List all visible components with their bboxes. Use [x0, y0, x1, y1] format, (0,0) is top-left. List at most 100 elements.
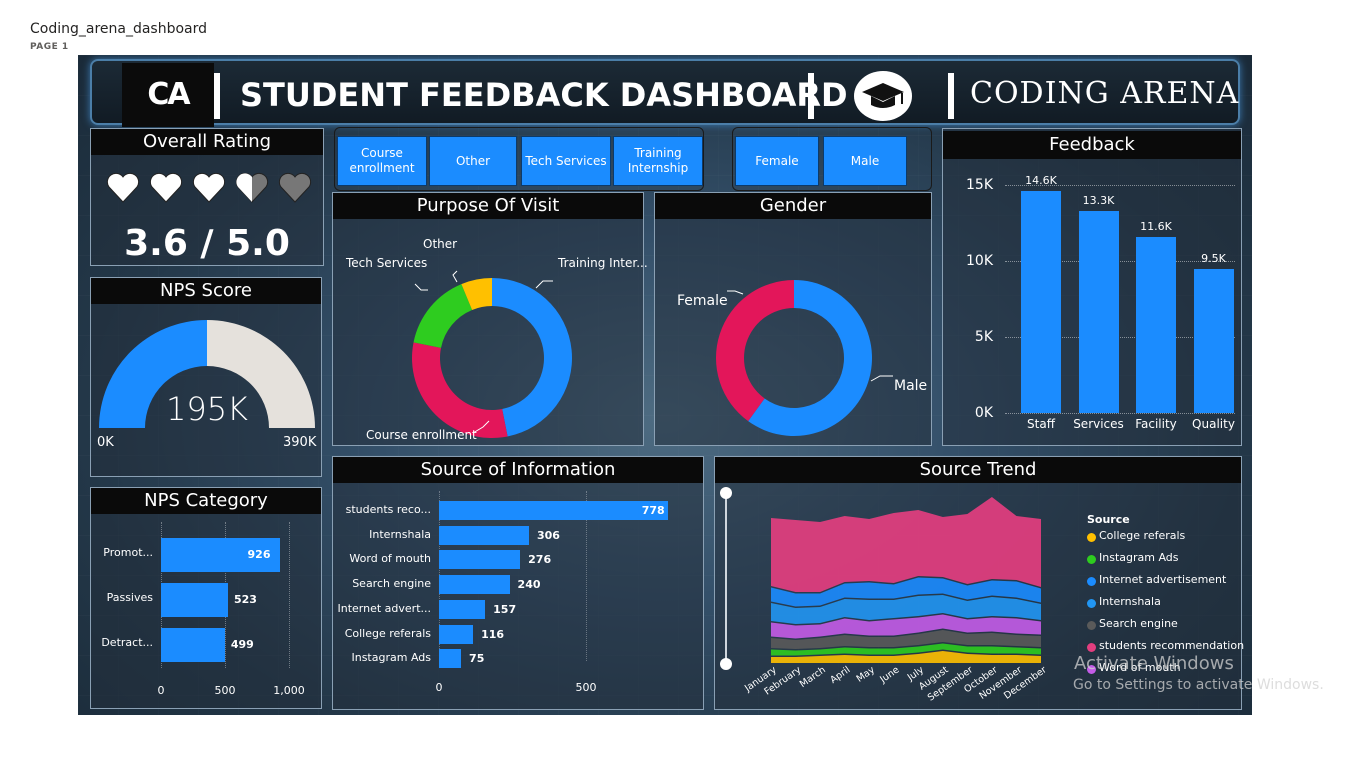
nps-score-value: 195K: [165, 390, 249, 428]
feedback-card: Feedback 15K 10K 5K 0K 14.6K Staff 13.3K Servic…: [942, 128, 1242, 446]
bar-value-label: 778: [641, 504, 665, 517]
gridline: [1005, 413, 1235, 414]
purpose-slice[interactable]: [412, 342, 508, 438]
legend-dot: [1087, 577, 1096, 586]
y-category-label: students reco...: [345, 503, 431, 516]
header-banner: CA STUDENT FEEDBACK DASHBOARD CODING ARE…: [90, 59, 1240, 127]
source-bar: [439, 501, 668, 520]
gender-donut-chart: [716, 280, 893, 436]
purpose-donut-chart: [412, 270, 573, 438]
bar-value-label: 75: [469, 652, 485, 666]
activate-windows-hint: Go to Settings to activate Windows.: [1073, 677, 1324, 693]
coding-arena-logo: CA: [122, 63, 214, 127]
trend-ribbon[interactable]: [771, 497, 1041, 592]
legend-item[interactable]: College referals: [1087, 529, 1242, 551]
legend-label: Search engine: [1099, 617, 1178, 630]
feedback-bar: [1136, 236, 1176, 413]
nps-gauge: [99, 320, 315, 428]
x-tick-label: 1,000: [273, 684, 305, 697]
source-bar: [439, 649, 462, 669]
slicer-option-tech-services[interactable]: Tech Services: [521, 136, 611, 186]
bar-value-label: 9.5K: [1201, 251, 1226, 265]
x-month-label: June: [877, 664, 901, 686]
y-category-label: Promot...: [103, 546, 153, 559]
y-category-label: Passives: [106, 591, 153, 604]
donut-label-other: Other: [423, 237, 458, 251]
y-tick-label: 0K: [974, 405, 993, 421]
bar-value-label: 926: [247, 548, 271, 561]
heart-icon: [149, 172, 183, 203]
legend-item[interactable]: Search engine: [1087, 617, 1242, 639]
source-bar: [439, 550, 521, 570]
source-bar: [439, 624, 474, 644]
heart-empty-icon: [278, 172, 312, 203]
x-tick-label: 500: [214, 684, 236, 697]
purpose-slice[interactable]: [492, 278, 573, 437]
legend-item[interactable]: Instagram Ads: [1087, 551, 1242, 573]
source-bar: [439, 525, 529, 545]
donut-label-course: Course enrollment: [366, 428, 477, 442]
donut-label-tech: Tech Services: [346, 256, 428, 270]
source-bar-chart: 0 500 students reco... 778 Internshala 306 Wor…: [333, 487, 705, 709]
rating-value: 3.6 / 5.0: [124, 223, 290, 264]
slicer-option-other[interactable]: Other: [429, 136, 517, 186]
card-title: NPS Score: [91, 278, 321, 304]
slicer-option-female[interactable]: Female: [735, 136, 819, 186]
purpose-slice[interactable]: [413, 284, 473, 348]
graduation-cap-icon: [854, 71, 912, 121]
y-tick-label: 15K: [966, 177, 993, 193]
card-title: Gender: [655, 193, 931, 219]
feedback-bar: [1021, 191, 1061, 413]
x-month-label: March: [798, 664, 828, 690]
legend-dot: [1087, 643, 1096, 652]
x-month-label: May: [855, 664, 878, 684]
card-title: Purpose Of Visit: [333, 193, 643, 219]
bar-value-label: 13.3K: [1082, 193, 1115, 207]
dashboard-canvas: CA STUDENT FEEDBACK DASHBOARD CODING ARE…: [78, 55, 1252, 715]
gender-slicer: Female Male: [732, 127, 932, 191]
slicer-option-course-enrollment[interactable]: Course enrollment: [337, 136, 427, 186]
purpose-slicer: Course enrollment Other Tech Services Tr…: [334, 127, 704, 191]
x-tick-label: 0: [435, 681, 443, 694]
y-category-label: Word of mouth: [349, 552, 431, 566]
y-tick-label: 5K: [974, 329, 993, 345]
legend-label: Internshala: [1099, 595, 1161, 608]
heart-icon: [192, 172, 226, 203]
nps-score-card: NPS Score 195K 0K 390K: [90, 277, 322, 477]
bar-value-label: 14.6K: [1025, 174, 1057, 188]
report-title: Coding_arena_dashboard: [30, 21, 208, 37]
y-category-label: Internet advert...: [337, 601, 432, 615]
card-title: NPS Category: [91, 488, 321, 514]
donut-label-male: Male: [894, 378, 928, 394]
nps-category-chart: 0 500 1,000 Promot... 926 Passives 523 Detract.…: [91, 518, 323, 708]
legend-label: Internet advertisement: [1099, 573, 1227, 586]
slicer-option-male[interactable]: Male: [823, 136, 907, 186]
legend-item[interactable]: Internshala: [1087, 595, 1242, 617]
card-title: Source of Information: [333, 457, 703, 483]
y-category-label: Search engine: [352, 577, 431, 591]
y-category-label: Instagram Ads: [351, 651, 431, 665]
gender-slice[interactable]: [716, 280, 794, 422]
gridline: [289, 522, 290, 668]
feedback-bar: [1078, 210, 1119, 413]
donut-label-female: Female: [677, 293, 728, 309]
heart-icon: [106, 172, 140, 203]
slicer-option-training-internship[interactable]: Training Internship: [613, 136, 703, 186]
x-tick-label: 500: [575, 681, 597, 694]
bar-value-label: 523: [233, 593, 257, 606]
legend-item[interactable]: Internet advertisement: [1087, 573, 1242, 595]
nps-category-card: NPS Category 0 500 1,000 Promot... 926 Passiv…: [90, 487, 322, 709]
bar-value-label: 240: [517, 578, 541, 592]
purpose-of-visit-card: Purpose Of Visit Training Inter... Cours…: [332, 192, 648, 446]
bar-value-label: 306: [536, 528, 560, 542]
legend-label: students recommendation: [1099, 639, 1245, 652]
logo-text: CA: [147, 77, 190, 112]
legend-dot: [1087, 599, 1096, 608]
legend-title: Source: [1087, 513, 1130, 526]
half-heart-icon: [235, 172, 269, 203]
legend-dot: [1087, 533, 1096, 542]
nps-category-bar: [161, 583, 228, 617]
legend-dot: [1087, 621, 1096, 630]
y-tick-label: 10K: [966, 253, 993, 269]
legend-dot: [1087, 555, 1096, 564]
